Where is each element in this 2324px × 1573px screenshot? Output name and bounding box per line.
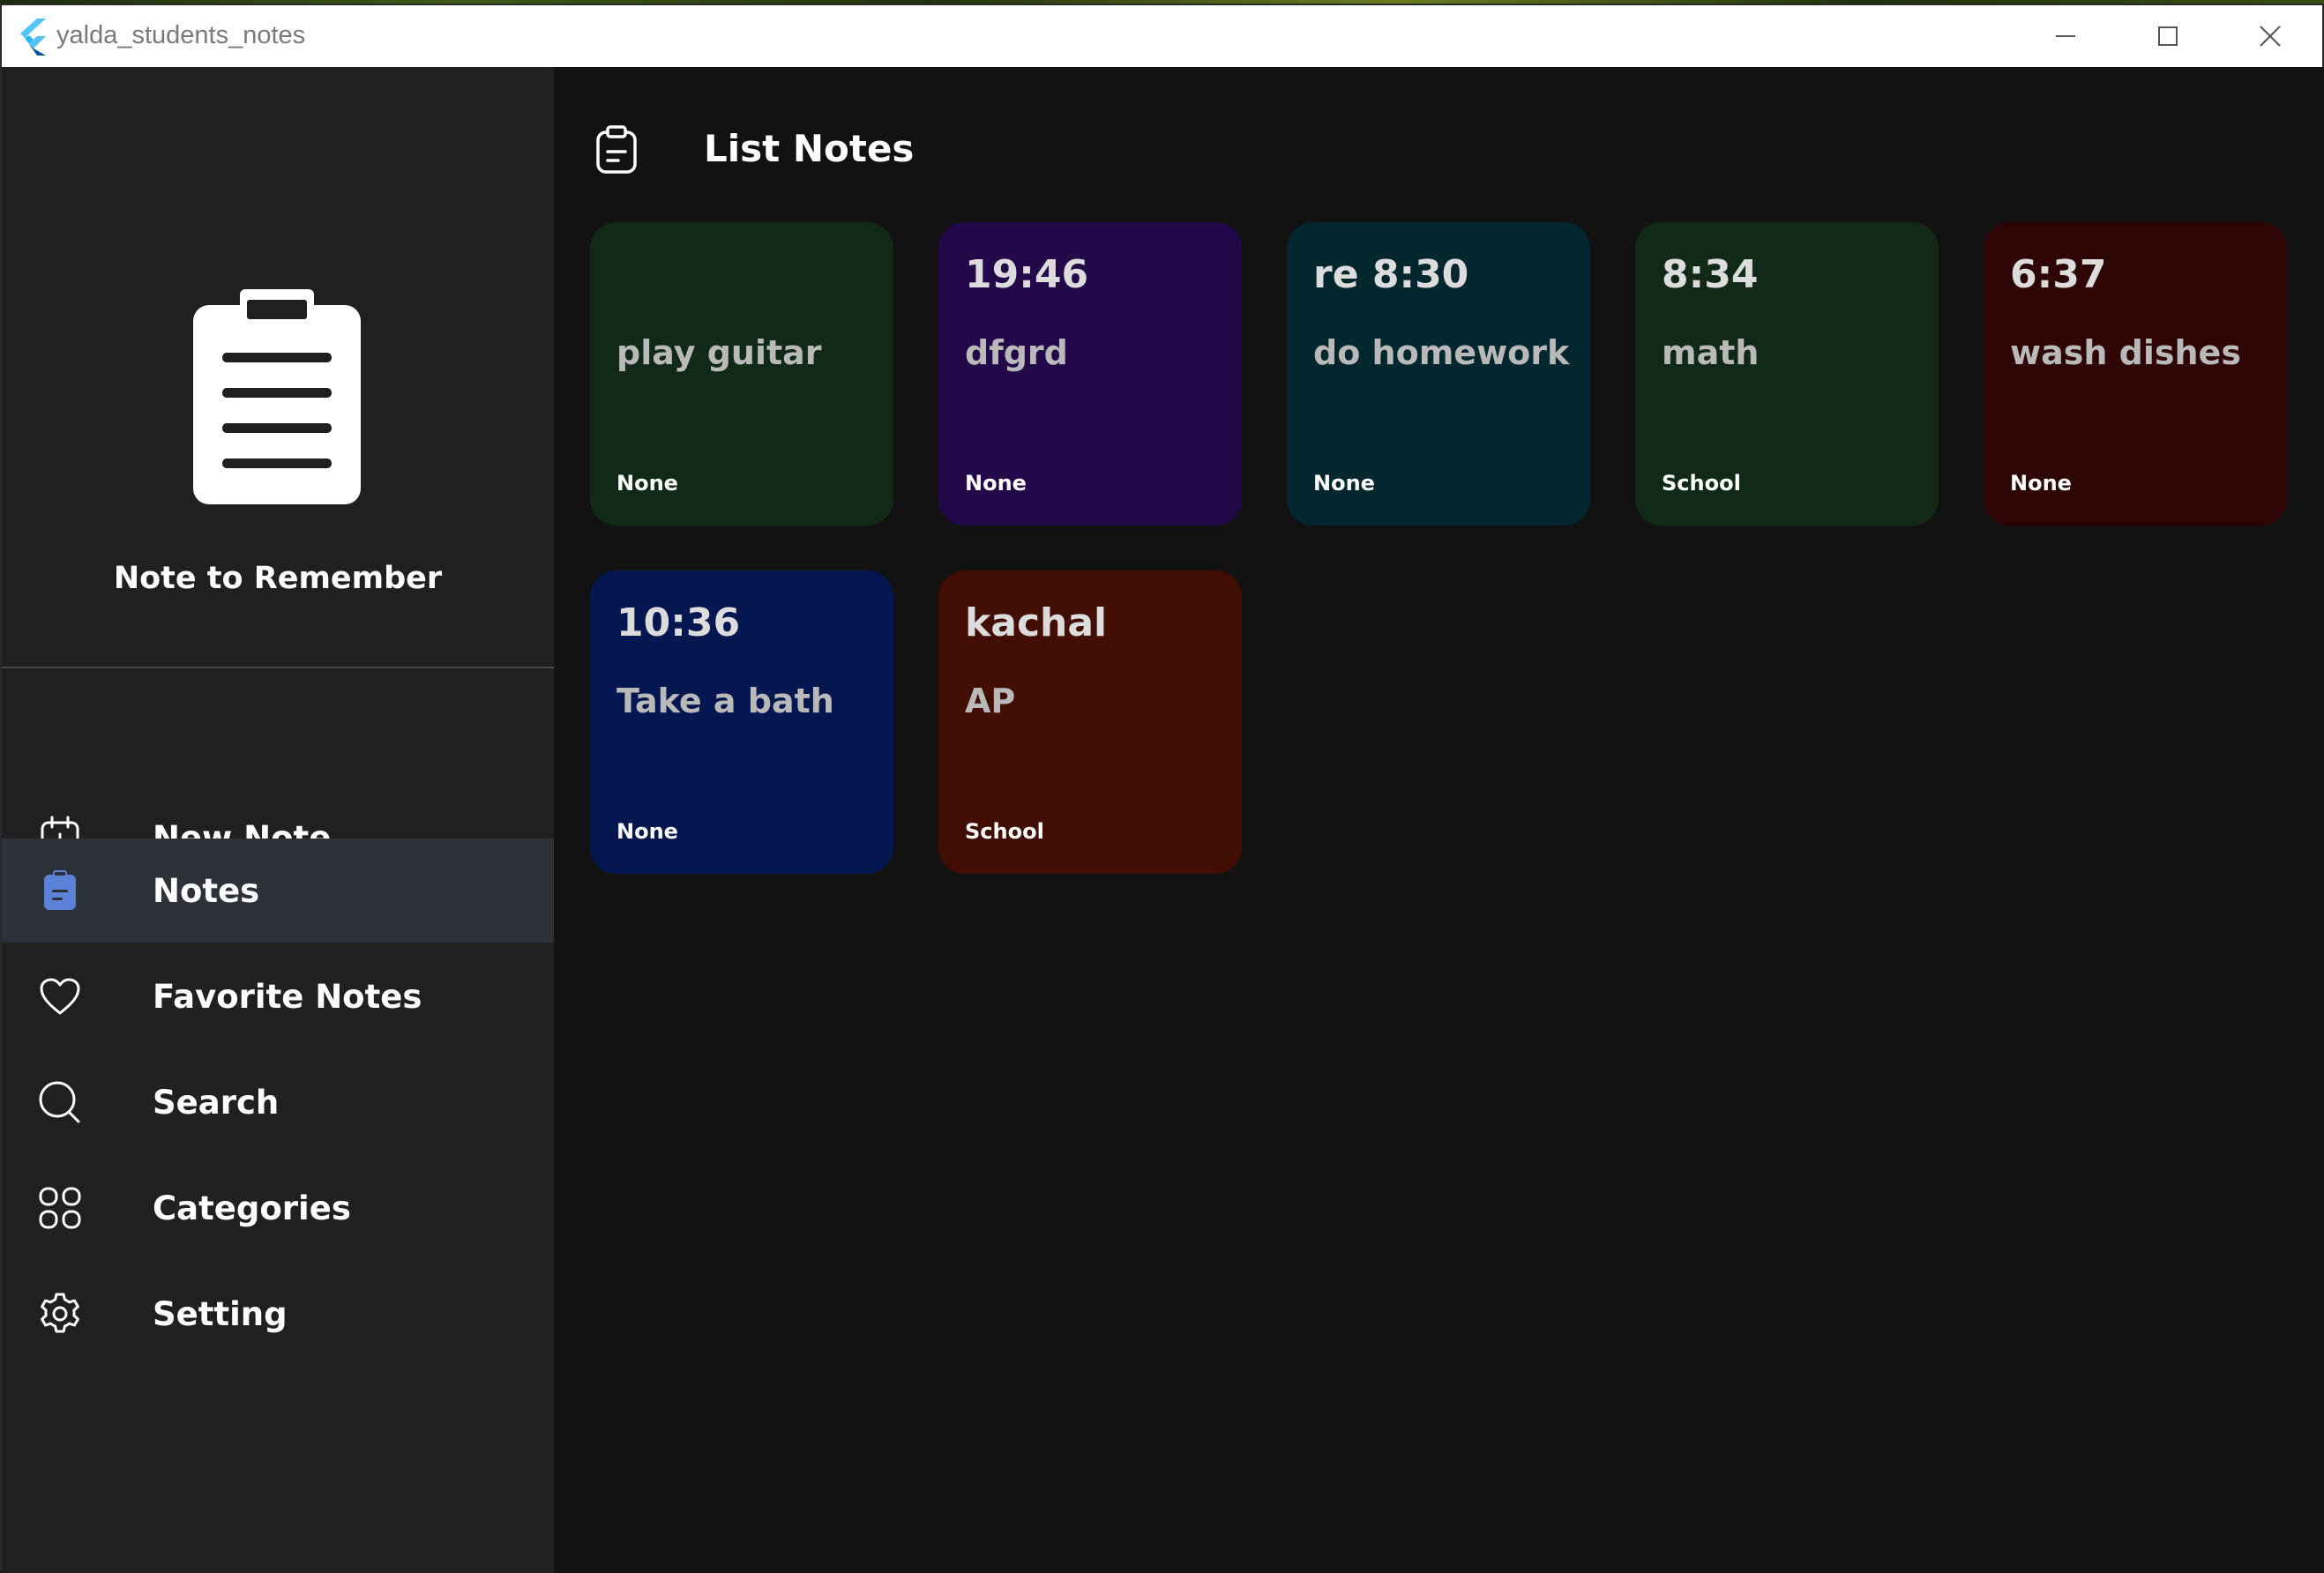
nav-label-search: Search <box>153 1083 280 1122</box>
note-time: 6:37 <box>2010 252 2107 297</box>
note-category: School <box>1662 471 1741 496</box>
note-category: None <box>1313 471 1375 496</box>
minimize-button[interactable] <box>2014 5 2117 67</box>
note-title: AP <box>965 682 1016 720</box>
note-category: None <box>616 819 678 844</box>
note-title: Take a bath <box>616 682 834 720</box>
sidebar: Note to Remember New Note Notes Favorite… <box>2 67 554 1573</box>
search-icon <box>37 1079 83 1125</box>
note-card[interactable]: 10:36 Take a bath None <box>590 570 893 874</box>
note-category: None <box>965 471 1027 496</box>
note-time: 10:36 <box>616 600 741 645</box>
note-card[interactable]: 19:46 dfgrd None <box>938 222 1242 526</box>
grid-icon <box>37 1185 83 1231</box>
note-title: wash dishes <box>2010 333 2241 372</box>
clipboard-icon <box>596 125 637 174</box>
gear-icon <box>37 1291 83 1337</box>
clipboard-logo-icon <box>193 289 361 504</box>
note-time: re 8:30 <box>1313 252 1469 297</box>
note-title: math <box>1662 333 1760 372</box>
note-time: 8:34 <box>1662 252 1759 297</box>
heart-icon <box>37 973 83 1019</box>
note-title: do homework <box>1313 333 1570 372</box>
app-window: yalda_students_notes Note to Remember Ne… <box>0 4 2324 1573</box>
close-button[interactable] <box>2219 5 2321 67</box>
note-category: School <box>965 819 1044 844</box>
note-card[interactable]: 6:37 wash dishes None <box>1984 222 2287 526</box>
note-category: None <box>616 471 678 496</box>
flutter-logo-icon <box>20 19 46 56</box>
main-content: List Notes play guitar None 19:46 dfgrd … <box>554 67 2324 1573</box>
note-card[interactable]: play guitar None <box>590 222 893 526</box>
window-title: yalda_students_notes <box>56 21 306 49</box>
nav-label-favorite-notes: Favorite Notes <box>153 977 422 1016</box>
maximize-button[interactable] <box>2117 5 2219 67</box>
note-time: kachal <box>965 600 1108 645</box>
nav-item-search[interactable]: Search <box>2 1050 554 1154</box>
nav-item-favorite-notes[interactable]: Favorite Notes <box>2 944 554 1048</box>
nav-label-categories: Categories <box>153 1189 351 1227</box>
nav-item-categories[interactable]: Categories <box>2 1156 554 1260</box>
note-card[interactable]: re 8:30 do homework None <box>1287 222 1590 526</box>
note-card[interactable]: kachal AP School <box>938 570 1242 874</box>
note-time: 19:46 <box>965 252 1089 297</box>
sidebar-header: Note to Remember <box>2 67 554 668</box>
title-bar: yalda_students_notes <box>2 5 2322 67</box>
nav-item-notes[interactable]: Notes <box>2 839 554 943</box>
note-card[interactable]: 8:34 math School <box>1635 222 1939 526</box>
maximize-icon <box>2158 26 2178 46</box>
minimize-icon <box>2056 35 2075 37</box>
nav-label-setting: Setting <box>153 1294 288 1333</box>
nav-item-setting[interactable]: Setting <box>2 1262 554 1366</box>
note-title: dfgrd <box>965 333 1068 372</box>
note-title: play guitar <box>616 333 822 372</box>
clipboard-icon <box>37 868 83 913</box>
close-icon <box>2260 26 2281 47</box>
app-name: Note to Remember <box>113 561 443 596</box>
page-title: List Notes <box>704 127 915 170</box>
nav-label-notes: Notes <box>153 871 260 910</box>
note-category: None <box>2010 471 2072 496</box>
